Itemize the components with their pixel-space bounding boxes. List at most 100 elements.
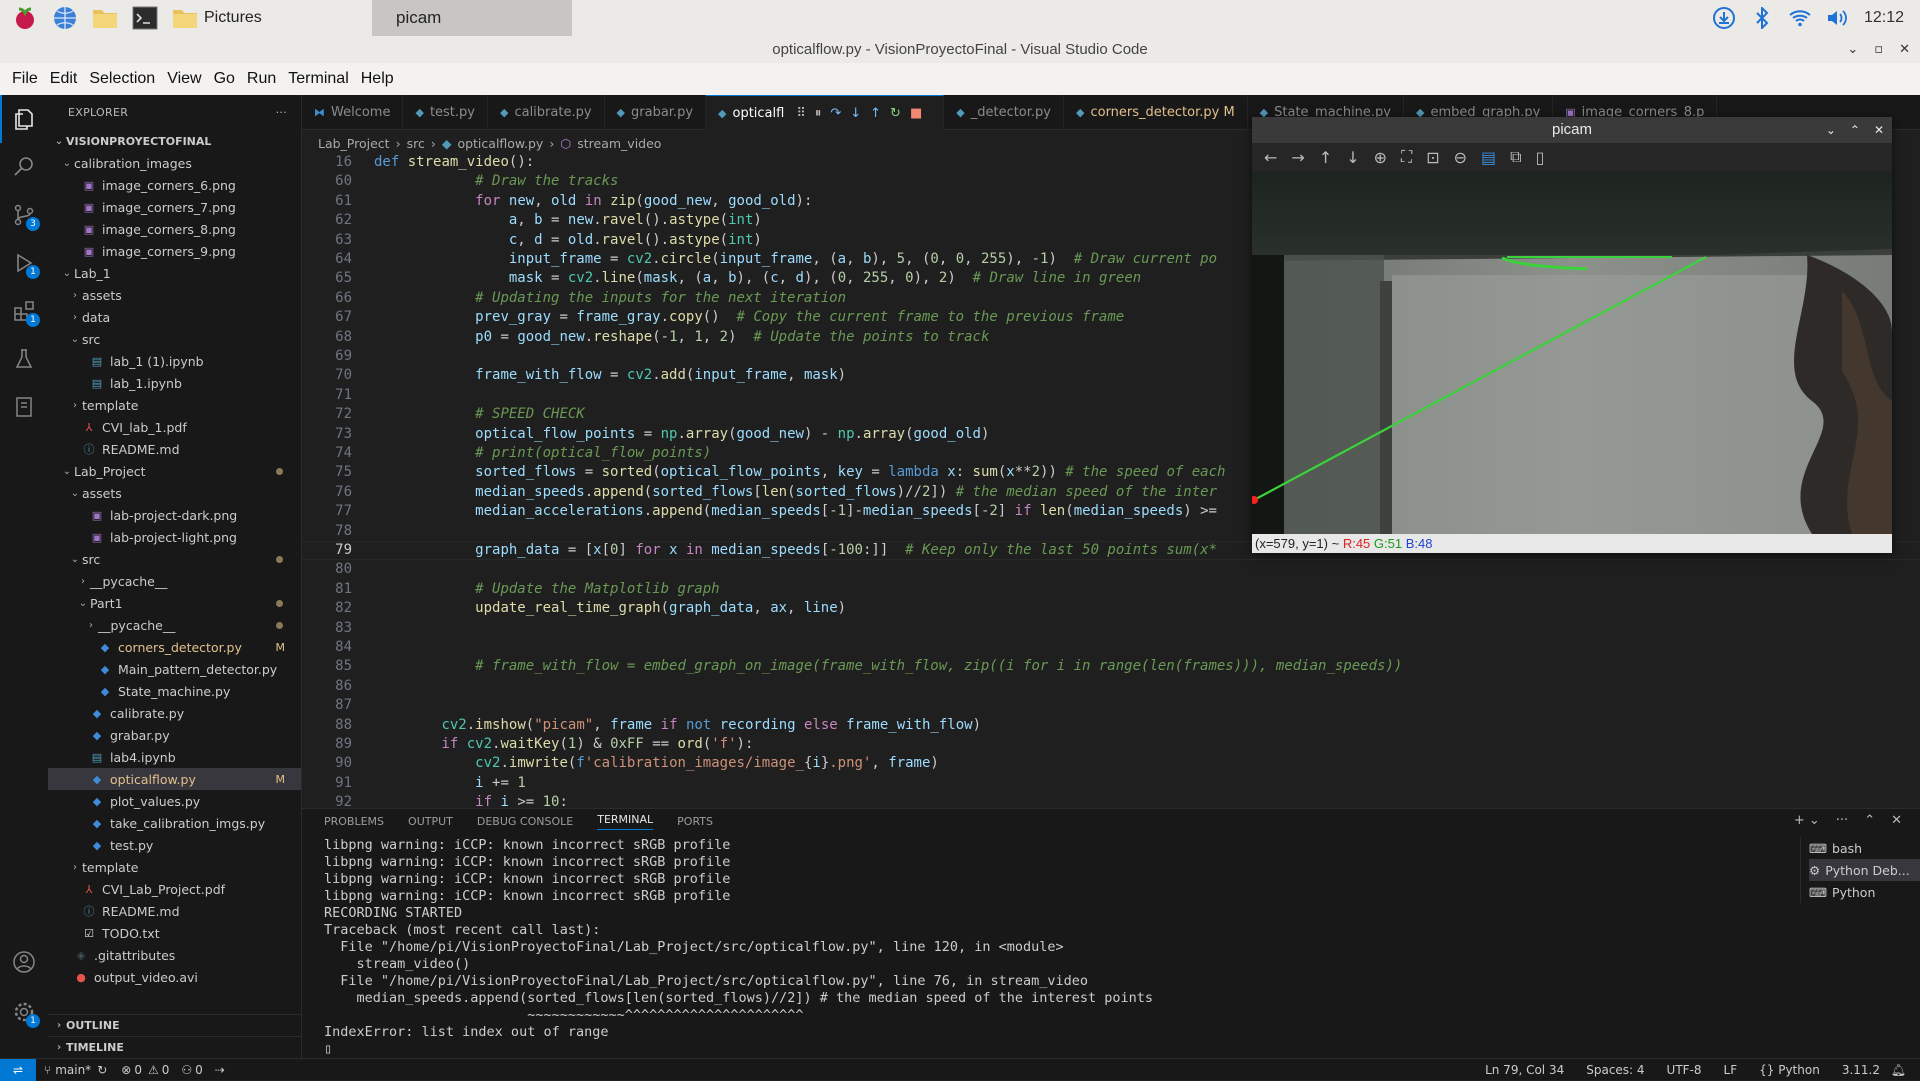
browser-icon[interactable] [50,3,80,33]
file-item[interactable]: ◆ calibrate.py [48,702,301,724]
maximize-panel-icon[interactable]: ⌃ [1864,813,1875,828]
file-item[interactable]: ▣ image_corners_8.png [48,218,301,240]
panel-tab-terminal[interactable]: TERMINAL [597,813,654,830]
pan-left-icon[interactable]: ← [1264,148,1277,167]
code-line[interactable]: def stream_video(): [374,153,534,172]
picam-titlebar[interactable]: picam ⌄ ⌃ ✕ [1252,117,1892,143]
code-line[interactable]: # Updating the inputs for the next itera… [374,289,846,308]
testing-icon[interactable] [0,335,48,383]
code-line[interactable]: p0 = good_new.reshape(-1, 1, 2) # Update… [374,328,989,347]
cursor-position[interactable]: Ln 79, Col 34 [1485,1063,1564,1077]
sync-icon[interactable]: ↻ [97,1063,107,1077]
bluetooth-icon[interactable] [1750,6,1774,30]
maximize-icon[interactable]: ▫ [1874,42,1883,57]
language-mode[interactable]: {} Python [1759,1063,1820,1077]
notifications-bell-icon[interactable]: 🔔︎ [1891,1063,1906,1077]
picam-close-icon[interactable]: ✕ [1874,117,1884,143]
menu-terminal[interactable]: Terminal [282,70,354,88]
code-line[interactable]: median_speeds.append(sorted_flows[len(so… [374,483,1217,502]
run-debug-icon[interactable]: 1 [0,239,48,287]
file-item[interactable]: ▣ lab-project-light.png [48,526,301,548]
file-item[interactable]: ⅄ CVI_lab_1.pdf [48,416,301,438]
picam-maximize-icon[interactable]: ⌃ [1850,117,1860,143]
panel-tab-output[interactable]: OUTPUT [408,815,453,828]
file-item[interactable]: ▣ image_corners_9.png [48,240,301,262]
end-of-line[interactable]: LF [1724,1063,1738,1077]
breadcrumb-item[interactable]: opticalflow.py [457,136,543,151]
editor-tab[interactable]: ◆ opticalfl ⠿⏸↷↓↑↻■ [706,95,945,130]
code-line[interactable]: # Draw the tracks [374,172,618,191]
code-line[interactable]: cv2.imwrite(f'calibration_images/image_{… [374,754,939,773]
terminal-item-bash[interactable]: ⌨ bash [1809,837,1920,859]
menu-file[interactable]: File [6,70,44,88]
menu-selection[interactable]: Selection [83,70,161,88]
file-item[interactable]: ⓘ README.md [48,900,301,922]
folder-item[interactable]: › template [48,394,301,416]
menu-help[interactable]: Help [355,70,400,88]
new-terminal-icon[interactable]: + ⌄ [1794,813,1820,828]
editor-tab[interactable]: ◆ calibrate.py [488,95,605,130]
copy-image-icon[interactable]: ⧉ [1510,147,1521,167]
file-item[interactable]: ▤ lab4.ipynb [48,746,301,768]
folder-item[interactable]: ⌄ calibration_images [48,152,301,174]
file-item[interactable]: ◆ grabar.py [48,724,301,746]
file-item[interactable]: ▣ image_corners_6.png [48,174,301,196]
folder-item[interactable]: ⌄ assets [48,482,301,504]
terminal-output[interactable]: libpng warning: iCCP: known incorrect sR… [324,837,1153,1058]
error-count[interactable]: 0 [134,1063,142,1077]
code-line[interactable]: frame_with_flow = cv2.add(input_frame, m… [374,366,846,385]
explorer-icon[interactable] [0,95,48,143]
extensions-icon[interactable]: 1 [0,287,48,335]
code-line[interactable]: prev_gray = frame_gray.copy() # Copy the… [374,308,1124,327]
camera-frame[interactable] [1252,171,1892,534]
code-line[interactable]: optical_flow_points = np.array(good_new)… [374,425,989,444]
update-icon[interactable] [1712,6,1736,30]
taskbar-picam-window[interactable]: picam [372,0,572,36]
code-line[interactable]: for new, old in zip(good_new, good_old): [374,192,812,211]
file-item[interactable]: ▤ lab_1 (1).ipynb [48,350,301,372]
editor-tab[interactable]: ◆ grabar.py [605,95,707,130]
search-icon[interactable] [0,143,48,191]
folder-item[interactable]: › assets [48,284,301,306]
panel-tab-problems[interactable]: PROBLEMS [324,815,384,828]
minimize-icon[interactable]: ⌄ [1847,42,1858,57]
wifi-icon[interactable] [1788,6,1812,30]
python-version[interactable]: 3.11.2 [1842,1063,1880,1077]
file-item[interactable]: ◆ take_calibration_imgs.py [48,812,301,834]
file-item[interactable]: ▣ lab-project-dark.png [48,504,301,526]
pan-down-icon[interactable]: ↓ [1346,148,1359,167]
breadcrumb-item[interactable]: Lab_Project [318,136,390,151]
code-line[interactable]: i += 1 [374,774,526,793]
folder-item[interactable]: ⌄ Part1 [48,592,301,614]
file-item[interactable]: ◆ plot_values.py [48,790,301,812]
picam-menu-icon[interactable]: ⌄ [1826,117,1836,143]
volume-icon[interactable] [1826,6,1850,30]
timeline-section[interactable]: › TIMELINE [48,1036,302,1058]
zoom-fit-icon[interactable]: ⛶ [1401,147,1412,167]
close-icon[interactable]: ✕ [1899,42,1910,57]
code-line[interactable]: cv2.imshow("picam", frame if not recordi… [374,716,981,735]
terminal-item-python-debug[interactable]: ⚙ Python Deb... [1809,859,1920,881]
breadcrumb-item[interactable]: src [407,136,425,151]
close-panel-icon[interactable]: ✕ [1891,813,1902,828]
file-item[interactable]: ▤ lab_1.ipynb [48,372,301,394]
folder-item[interactable]: ⌄ Lab_1 [48,262,301,284]
code-line[interactable]: # SPEED CHECK [374,405,585,424]
debug-toolbar[interactable]: ⠿⏸↷↓↑↻■ [796,106,931,121]
editor-tab[interactable]: ◆ corners_detector.py M [1064,95,1248,130]
pan-right-icon[interactable]: → [1291,148,1304,167]
outline-section[interactable]: › OUTLINE [48,1014,302,1036]
code-line[interactable]: c, d = old.ravel().astype(int) [374,231,762,250]
folder-item[interactable]: ⌄ Lab_Project [48,460,301,482]
editor-tab[interactable]: ⧓ Welcome [302,95,404,130]
file-manager-icon[interactable] [90,3,120,33]
folder-item[interactable]: › template [48,856,301,878]
code-line[interactable]: if cv2.waitKey(1) & 0xFF == ord('f'): [374,735,753,754]
remote-indicator-icon[interactable]: ⇌ [0,1058,36,1081]
code-line[interactable]: a, b = new.ravel().astype(int) [374,211,762,230]
zoom-in-icon[interactable]: ⊕ [1374,148,1387,167]
file-item[interactable]: ● output_video.avi [48,966,301,988]
folder-item[interactable]: › __pycache__ [48,614,301,636]
file-item[interactable]: ◈ .gitattributes [48,944,301,966]
code-line[interactable]: mask = cv2.line(mask, (a, b), (c, d), (0… [374,269,1141,288]
